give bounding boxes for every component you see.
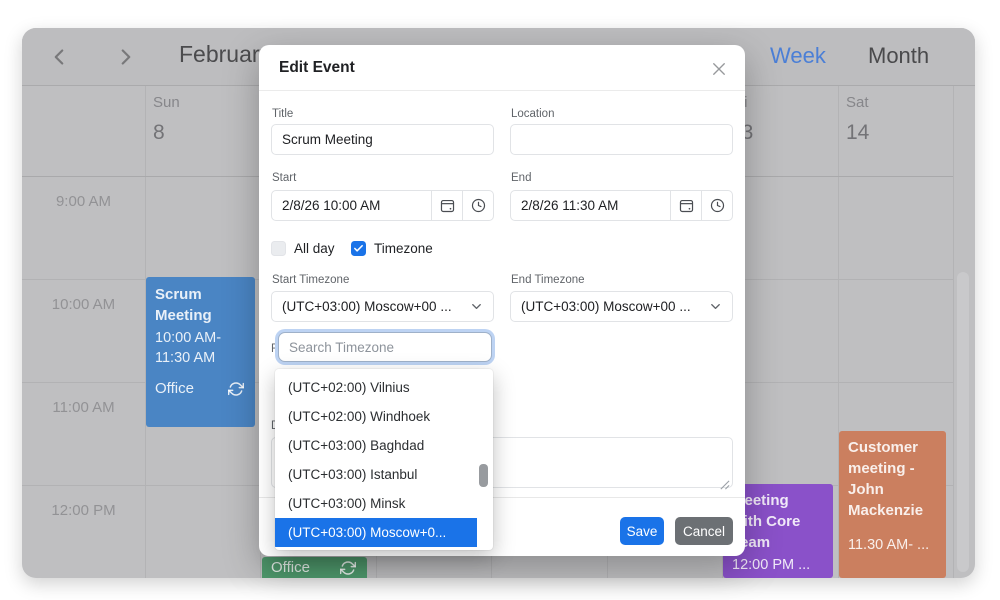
start-time-picker-button[interactable]: [462, 191, 493, 220]
cancel-button[interactable]: Cancel: [675, 517, 733, 545]
start-datetime-field[interactable]: 2/8/26 10:00 AM: [271, 190, 494, 221]
end-timezone-dropdown[interactable]: (UTC+03:00) Moscow+00 ...: [510, 291, 733, 322]
save-button[interactable]: Save: [620, 517, 664, 545]
chevron-down-icon: [708, 299, 723, 314]
timezone-option[interactable]: (UTC+03:00) Baghdad: [275, 431, 477, 460]
location-label: Location: [511, 108, 554, 120]
grid-line: [953, 86, 954, 578]
start-timezone-label: Start Timezone: [272, 274, 349, 286]
recurrence-icon: [228, 381, 244, 397]
checkbox-checked-icon: [351, 241, 366, 256]
timezone-option[interactable]: (UTC+02:00) Vilnius: [275, 373, 477, 402]
checkbox-unchecked-icon: [271, 241, 286, 256]
timezone-checkbox[interactable]: Timezone: [351, 241, 433, 256]
chevron-down-icon: [469, 299, 484, 314]
event-customer-meeting[interactable]: Customer meeting - John Mackenzie 11.30 …: [839, 431, 946, 578]
previous-week-button[interactable]: [46, 44, 72, 70]
location-field[interactable]: [510, 124, 733, 155]
calendar-scrollbar-thumb[interactable]: [957, 272, 969, 572]
timezone-option[interactable]: (UTC+02:00) Windhoek: [275, 402, 477, 431]
next-week-button[interactable]: [113, 44, 139, 70]
recurrence-icon: [340, 560, 356, 576]
close-icon: [710, 60, 728, 78]
end-datetime-field[interactable]: 2/8/26 11:30 AM: [510, 190, 733, 221]
title-field[interactable]: [271, 124, 494, 155]
day-header-sunday: Sun 8: [153, 94, 180, 145]
dialog-title: Edit Event: [279, 59, 355, 77]
calendar-icon: [439, 197, 456, 214]
divider: [259, 90, 745, 91]
event-location: Office: [155, 380, 194, 397]
start-date-picker-button[interactable]: [431, 191, 462, 220]
start-label: Start: [272, 172, 296, 184]
calendar-icon: [678, 197, 695, 214]
time-label-9am: 9:00 AM: [22, 193, 145, 210]
resize-handle-icon[interactable]: [719, 479, 730, 490]
timezone-options-list: (UTC+02:00) Vilnius (UTC+02:00) Windhoek…: [275, 369, 493, 550]
start-timezone-dropdown[interactable]: (UTC+03:00) Moscow+00 ...: [271, 291, 494, 322]
timezone-option[interactable]: (UTC+03:00) Minsk: [275, 489, 477, 518]
event-location: Office: [271, 559, 310, 576]
event-scrum-meeting[interactable]: Scrum Meeting 10:00 AM- 11:30 AM Office: [146, 277, 255, 427]
end-date-picker-button[interactable]: [670, 191, 701, 220]
all-day-checkbox[interactable]: All day: [271, 241, 335, 256]
day-header-saturday: Sat 14: [846, 94, 869, 145]
edit-event-dialog: Edit Event Title Location Start End 2/8/…: [259, 45, 745, 556]
chevron-left-icon: [46, 44, 72, 70]
close-button[interactable]: [710, 60, 728, 78]
chevron-right-icon: [113, 44, 139, 70]
view-tab-month[interactable]: Month: [868, 43, 929, 69]
title-label: Title: [272, 108, 293, 120]
list-scrollbar-thumb[interactable]: [479, 464, 488, 487]
end-time-picker-button[interactable]: [701, 191, 732, 220]
end-label: End: [511, 172, 531, 184]
timezone-search-input[interactable]: [278, 332, 492, 362]
timezone-option[interactable]: (UTC+03:00) Istanbul: [275, 460, 477, 489]
time-label-12pm: 12:00 PM: [22, 502, 145, 519]
timezone-option-selected[interactable]: (UTC+03:00) Moscow+0...: [275, 518, 477, 547]
clock-icon: [709, 197, 726, 214]
event-office-monday[interactable]: Office: [262, 557, 367, 578]
end-timezone-label: End Timezone: [511, 274, 585, 286]
view-tab-week[interactable]: Week: [770, 43, 826, 69]
time-label-10am: 10:00 AM: [22, 296, 145, 313]
clock-icon: [470, 197, 487, 214]
time-label-11am: 11:00 AM: [22, 399, 145, 416]
